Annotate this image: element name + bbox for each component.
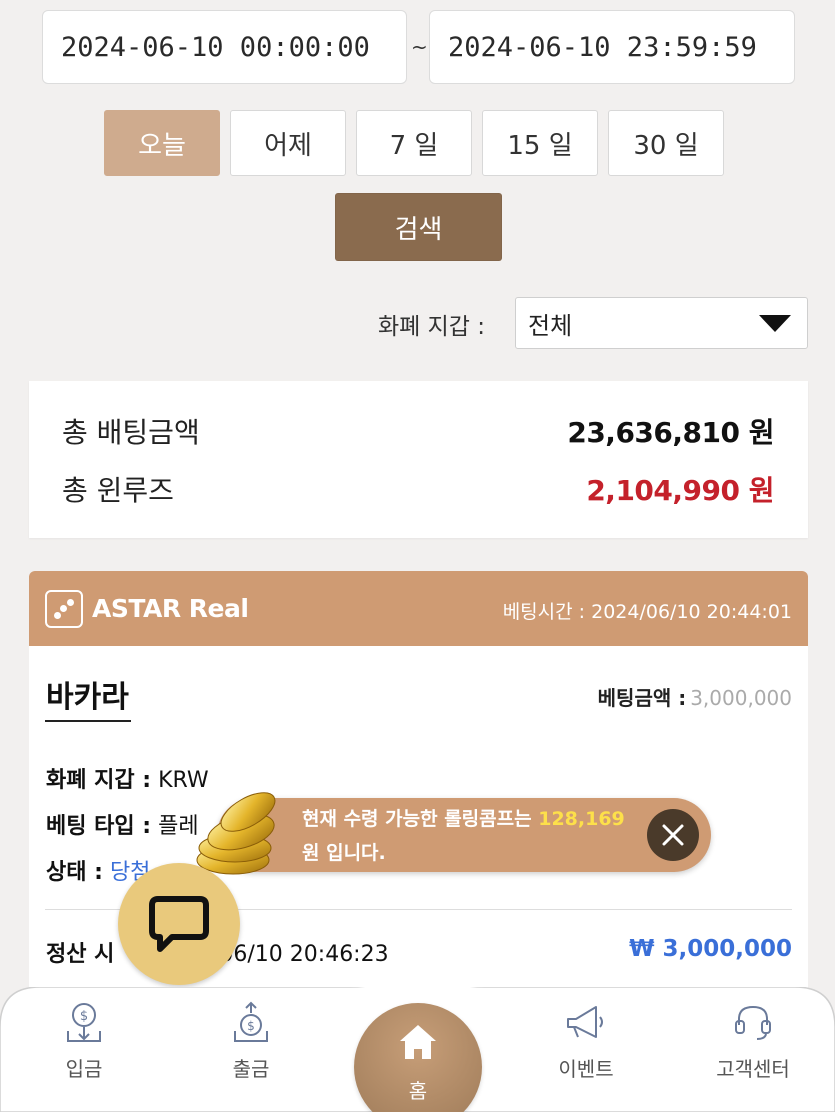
- close-icon[interactable]: [647, 809, 699, 861]
- chat-button[interactable]: [118, 863, 240, 985]
- total-bet-label: 총 배팅금액: [62, 416, 200, 449]
- nav-withdraw-label: 출금: [232, 1057, 270, 1081]
- toast-amount: 128,169: [538, 808, 625, 830]
- rolling-comp-toast[interactable]: 현재 수령 가능한 롤링콤프는 128,169 원 입니다.: [217, 798, 711, 872]
- range-7days-button[interactable]: 7 일: [356, 110, 472, 176]
- settle-amount: ₩ 3,000,000: [629, 936, 792, 962]
- bet-time-value: 2024/06/10 20:44:01: [591, 601, 792, 623]
- total-winloss-value: 2,104,990 원: [586, 474, 774, 507]
- dice-icon: [45, 589, 83, 628]
- svg-text:$: $: [247, 1019, 255, 1033]
- coins-icon: [196, 792, 276, 875]
- nav-deposit-label: 입금: [65, 1057, 103, 1081]
- search-button[interactable]: 검색: [335, 193, 502, 261]
- svg-text:$: $: [80, 1009, 88, 1024]
- settle-label: 정산 시: [46, 942, 115, 967]
- toast-text-before: 현재 수령 가능한 롤링콤프는: [302, 808, 539, 830]
- currency-label: 화폐 지갑 :: [46, 768, 152, 793]
- currency-row: 화폐 지갑 : KRW: [46, 762, 209, 794]
- end-date-input[interactable]: 2024-06-10 23:59:59: [429, 10, 795, 84]
- bet-type-row: 베팅 타입 : 플레: [46, 808, 199, 840]
- range-today-button[interactable]: 오늘: [104, 110, 220, 176]
- nav-support[interactable]: 고객센터: [693, 987, 813, 1112]
- summary-panel: 총 배팅금액 23,636,810 원 총 윈루즈 2,104,990 원: [29, 381, 808, 538]
- nav-event[interactable]: 이벤트: [526, 987, 646, 1112]
- range-yesterday-button[interactable]: 어제: [230, 110, 346, 176]
- game-title: 바카라: [46, 680, 129, 715]
- date-range: 2024-06-10 00:00:00 ~ 2024-06-10 23:59:5…: [42, 10, 795, 84]
- chat-icon: [149, 896, 209, 952]
- bet-card-header: ASTAR Real 베팅시간 : 2024/06/10 20:44:01: [29, 571, 808, 646]
- range-30days-button[interactable]: 30 일: [608, 110, 724, 176]
- quick-range-group: 오늘 어제 7 일 15 일 30 일: [104, 110, 724, 176]
- date-separator: ~: [411, 35, 428, 59]
- home-icon: [400, 1025, 436, 1059]
- nav-home-label: 홈: [408, 1079, 428, 1103]
- megaphone-icon: [567, 1006, 603, 1038]
- bet-time-label: 베팅시간 :: [502, 601, 586, 623]
- bet-time: 베팅시간 : 2024/06/10 20:44:01: [503, 597, 792, 624]
- total-bet-value: 23,636,810 원: [567, 416, 774, 449]
- bet-amount-label: 베팅금액 :: [597, 686, 687, 710]
- deposit-icon: $: [67, 1003, 101, 1042]
- nav-deposit[interactable]: $ 입금: [24, 987, 144, 1112]
- total-winloss-label: 총 윈루즈: [62, 474, 174, 507]
- bet-amount: 베팅금액 :3,000,000: [598, 682, 792, 711]
- headset-icon: [735, 1005, 771, 1040]
- wallet-select[interactable]: 전체: [515, 297, 808, 349]
- title-underline: [45, 720, 131, 722]
- wallet-label: 화폐 지갑 :: [378, 314, 486, 340]
- provider-name: ASTAR Real: [92, 594, 249, 623]
- range-15days-button[interactable]: 15 일: [482, 110, 598, 176]
- nav-support-label: 고객센터: [716, 1057, 790, 1081]
- bet-amount-value: 3,000,000: [690, 686, 792, 710]
- settle-time: 06/10 20:46:23: [219, 942, 389, 967]
- start-date-input[interactable]: 2024-06-10 00:00:00: [42, 10, 407, 84]
- status-label: 상태 :: [46, 860, 103, 885]
- nav-event-label: 이벤트: [558, 1057, 614, 1081]
- bet-type-label: 베팅 타입 :: [46, 814, 152, 839]
- withdraw-icon: $: [234, 1001, 268, 1042]
- caret-down-icon: [759, 315, 791, 332]
- wallet-selected-value: 전체: [528, 311, 573, 340]
- nav-withdraw[interactable]: $ 출금: [191, 987, 311, 1112]
